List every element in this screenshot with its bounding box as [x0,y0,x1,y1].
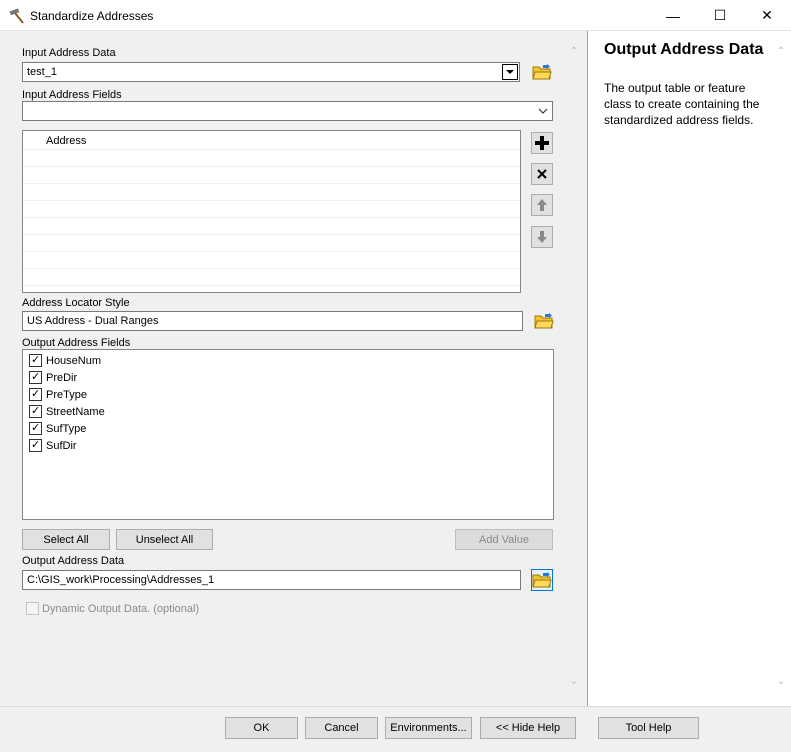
help-scrollbar[interactable]: ⌃ ⌄ [772,40,790,700]
check-icon: ✓ [31,354,41,366]
check-item-label: HouseNum [46,354,102,367]
remove-row-button[interactable] [531,163,553,185]
browse-locator-style-button[interactable] [533,310,555,332]
dynamic-output-label: Dynamic Output Data. (optional) [42,602,200,615]
dynamic-output-checkbox-row[interactable]: Dynamic Output Data. (optional) [26,602,199,615]
check-item-predir[interactable]: ✓ PreDir [23,369,553,386]
check-item-label: SufType [46,422,87,435]
table-row[interactable] [23,184,520,201]
add-value-button[interactable]: Add Value [455,529,553,550]
input-address-fields-label: Input Address Fields [22,89,122,101]
unselect-all-button[interactable]: Unselect All [116,529,213,550]
checkbox[interactable]: ✓ [29,371,42,384]
chevron-down-icon [506,70,514,74]
chevron-down-icon [538,108,548,114]
minimize-button[interactable]: — [650,0,696,31]
dropdown-button[interactable] [502,64,518,80]
table-row[interactable] [23,150,520,167]
scroll-up-icon[interactable]: ⌃ [775,46,787,58]
input-address-data-label: Input Address Data [22,47,116,59]
move-up-button[interactable] [531,194,553,216]
check-item-label: PreDir [46,371,78,384]
check-item-label: StreetName [46,405,105,418]
checkbox[interactable]: ✓ [29,388,42,401]
table-row[interactable] [23,252,520,269]
title-bar: Standardize Addresses — ☐ ✕ [0,0,791,31]
table-row[interactable] [23,235,520,252]
check-item-suftype[interactable]: ✓ SufType [23,420,553,437]
add-row-button[interactable] [531,132,553,154]
help-title: Output Address Data [604,41,764,58]
environments-button[interactable]: Environments... [385,717,472,739]
checkbox[interactable]: ✓ [29,439,42,452]
cancel-button[interactable]: Cancel [305,717,378,739]
table-row[interactable] [23,167,520,184]
input-address-data-value: test_1 [27,66,57,78]
plus-icon [535,136,549,150]
scroll-down-icon[interactable]: ⌄ [568,676,580,688]
hide-help-button[interactable]: << Hide Help [480,717,576,739]
table-row[interactable] [23,269,520,286]
grid-header-row: Address [23,131,520,150]
help-body: The output table or feature class to cre… [604,81,760,127]
address-locator-style-value: US Address - Dual Ranges [27,315,159,327]
check-item-sufdir[interactable]: ✓ SufDir [23,437,553,454]
input-address-fields-combo[interactable] [22,101,553,121]
checkbox[interactable] [26,602,39,615]
output-address-fields-list[interactable]: ✓ HouseNum ✓ PreDir ✓ PreType ✓ StreetNa… [22,349,554,520]
folder-open-icon [532,572,552,588]
help-panel [587,31,791,706]
address-locator-style-label: Address Locator Style [22,297,130,309]
close-button[interactable]: ✕ [744,0,790,31]
input-address-data-combo[interactable]: test_1 [22,62,520,82]
delete-icon [537,169,547,179]
address-locator-style-input[interactable]: US Address - Dual Ranges [22,311,523,331]
table-row[interactable] [23,201,520,218]
browse-input-address-data-button[interactable] [531,61,553,83]
folder-open-icon [532,64,552,80]
folder-open-icon [534,313,554,329]
check-item-label: SufDir [46,439,77,452]
browse-output-address-data-button[interactable] [531,569,553,591]
address-fields-grid[interactable]: Address [22,130,521,293]
select-all-button[interactable]: Select All [22,529,110,550]
output-address-data-value: C:\GIS_work\Processing\Addresses_1 [27,574,215,586]
ok-button[interactable]: OK [225,717,298,739]
window-title: Standardize Addresses [30,9,154,23]
scroll-up-icon[interactable]: ⌃ [568,46,580,58]
arrow-down-icon [537,231,547,243]
table-row[interactable] [23,218,520,235]
scroll-down-icon[interactable]: ⌄ [775,676,787,688]
check-icon: ✓ [31,439,41,451]
close-icon: ✕ [761,7,773,23]
checkbox[interactable]: ✓ [29,422,42,435]
grid-header-address: Address [46,135,87,147]
check-item-label: PreType [46,388,87,401]
check-item-housenum[interactable]: ✓ HouseNum [23,352,553,369]
checkbox[interactable]: ✓ [29,354,42,367]
check-icon: ✓ [31,371,41,383]
check-item-streetname[interactable]: ✓ StreetName [23,403,553,420]
hammer-icon [9,8,24,24]
output-address-fields-label: Output Address Fields [22,337,131,349]
maximize-icon: ☐ [713,7,727,23]
arrow-up-icon [537,199,547,211]
check-icon: ✓ [31,388,41,400]
parameters-scrollbar[interactable]: ⌃ ⌄ [565,40,583,700]
check-item-pretype[interactable]: ✓ PreType [23,386,553,403]
output-address-data-input[interactable]: C:\GIS_work\Processing\Addresses_1 [22,570,521,590]
output-address-data-label: Output Address Data [22,555,125,567]
check-icon: ✓ [31,405,41,417]
check-icon: ✓ [31,422,41,434]
maximize-button[interactable]: ☐ [697,0,743,31]
tool-help-button[interactable]: Tool Help [598,717,699,739]
checkbox[interactable]: ✓ [29,405,42,418]
minimize-icon: — [666,7,680,24]
move-down-button[interactable] [531,226,553,248]
